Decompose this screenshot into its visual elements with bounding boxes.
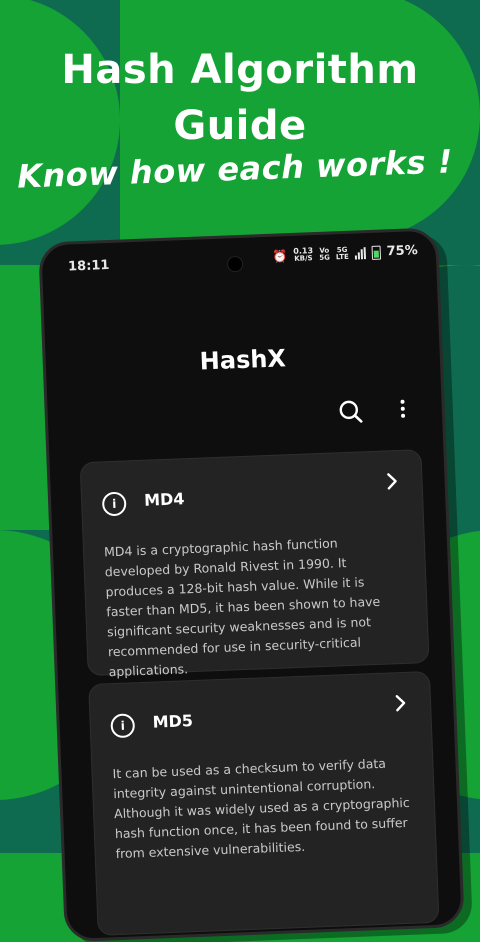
network-bottom: LTE (335, 252, 349, 261)
algorithm-card-md4[interactable]: i MD4 MD4 is a cryptographic hash functi… (79, 449, 430, 679)
network-type: 5G LTE (335, 245, 349, 261)
battery-icon (371, 245, 381, 260)
chevron-right-icon[interactable] (394, 693, 409, 714)
alarm-icon: ⏰ (272, 248, 288, 264)
search-icon[interactable] (337, 398, 364, 425)
battery-percent: 75% (386, 243, 419, 260)
more-vertical-icon[interactable] (395, 397, 410, 424)
phone-mockup: 18:11 ⏰ 0.13 KB/S Vo 5G 5G LTE 75% HashX… (38, 227, 465, 942)
front-camera (226, 255, 244, 273)
algorithm-description: It can be used as a checksum to verify d… (112, 755, 410, 862)
app-title: HashX (199, 344, 287, 376)
algorithm-name: MD5 (152, 711, 194, 732)
algorithm-name: MD4 (143, 489, 185, 510)
info-icon[interactable]: i (110, 713, 136, 739)
net-speed: 0.13 KB/S (293, 246, 313, 263)
algorithm-description: MD4 is a cryptographic hash function dev… (103, 535, 381, 680)
info-icon[interactable]: i (101, 491, 127, 517)
status-time: 18:11 (67, 257, 110, 275)
phone-screen: 18:11 ⏰ 0.13 KB/S Vo 5G 5G LTE 75% HashX… (38, 227, 465, 942)
promo-headline: Hash Algorithm Guide (0, 42, 480, 154)
promo-headline-line1: Hash Algorithm (61, 47, 419, 93)
status-icons: ⏰ 0.13 KB/S Vo 5G 5G LTE 75% (272, 243, 418, 264)
volte-indicator: Vo 5G (319, 246, 331, 262)
signal-icon (354, 246, 366, 260)
volte-bottom: 5G (319, 252, 331, 262)
net-speed-unit: KB/S (294, 254, 313, 263)
algorithm-card-md5[interactable]: i MD5 It can be used as a checksum to ve… (88, 670, 440, 936)
chevron-right-icon[interactable] (385, 471, 400, 492)
